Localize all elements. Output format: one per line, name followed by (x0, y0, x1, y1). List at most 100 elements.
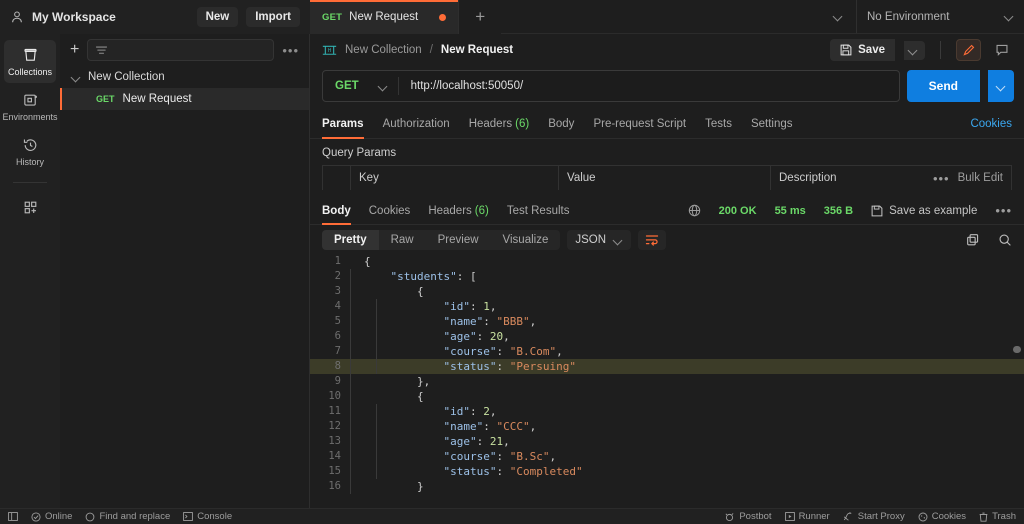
http-icon: H (322, 45, 337, 55)
runner-button[interactable]: Runner (784, 511, 830, 522)
start-proxy-button[interactable]: Start Proxy (843, 511, 905, 522)
method-label: GET (335, 80, 359, 92)
search-icon[interactable] (998, 233, 1012, 247)
edit-mode-button[interactable] (956, 39, 981, 61)
new-grid-icon (24, 201, 36, 214)
copy-icon[interactable] (966, 233, 980, 247)
save-button[interactable]: Save (830, 39, 895, 61)
params-more-button[interactable]: ••• (933, 171, 950, 186)
comment-button[interactable] (989, 39, 1014, 61)
indent-guide (350, 269, 351, 284)
breadcrumb-collection[interactable]: New Collection (345, 44, 422, 56)
json-token: "course" (443, 450, 497, 463)
sidebar-toggle-button[interactable] (8, 512, 18, 521)
sidebar-item-collections[interactable]: Collections (4, 40, 56, 83)
svg-text:H: H (328, 48, 331, 54)
send-button[interactable]: Send (906, 70, 980, 102)
indent-guide (350, 284, 351, 299)
code-line: 9 }, (310, 374, 1024, 389)
response-tab-cookies[interactable]: Cookies (369, 197, 411, 225)
add-collection-button[interactable]: + (70, 42, 79, 58)
collections-icon (23, 48, 37, 61)
tab-label: Body (548, 118, 575, 130)
indent-guide (376, 299, 377, 314)
chevron-down-icon (379, 82, 388, 91)
url-input[interactable]: http://localhost:50050/ (399, 80, 899, 92)
online-status[interactable]: Online (31, 511, 72, 522)
tab-authorization[interactable]: Authorization (383, 110, 450, 139)
chevron-down-icon[interactable] (72, 73, 81, 82)
save-as-example-button[interactable]: Save as example (871, 205, 977, 217)
column-header-description: Description ••• Bulk Edit (771, 166, 1011, 190)
select-all-checkbox-cell[interactable] (323, 166, 351, 190)
json-token: "status" (443, 465, 497, 478)
indent-guide (350, 419, 351, 434)
postbot-button[interactable]: Postbot (724, 511, 772, 522)
json-token: , (503, 330, 510, 343)
format-pretty[interactable]: Pretty (322, 230, 379, 250)
floppy-icon (840, 44, 852, 56)
response-more-button[interactable]: ••• (995, 203, 1012, 218)
collection-row[interactable]: New Collection (60, 66, 309, 88)
line-number: 1 (334, 255, 341, 267)
tab-params[interactable]: Params (322, 110, 364, 139)
rail-divider (13, 182, 47, 183)
code-text: { (350, 284, 1024, 299)
chevron-down-icon (1005, 12, 1014, 21)
send-options-button[interactable] (988, 70, 1014, 102)
tab-count: (6) (515, 118, 530, 130)
sidebar-more-button[interactable]: ••• (282, 43, 299, 58)
response-tab-test-results[interactable]: Test Results (507, 197, 570, 225)
cookies-button[interactable]: Cookies (918, 511, 966, 522)
code-line: 16 } (310, 479, 1024, 494)
response-tab-headers[interactable]: Headers (6) (428, 197, 489, 225)
bulk-edit-button[interactable]: Bulk Edit (958, 172, 1003, 184)
find-and-replace-button[interactable]: Find and replace (85, 511, 170, 522)
cookies-link[interactable]: Cookies (970, 118, 1012, 130)
globe-icon[interactable] (688, 204, 701, 217)
response-body-viewer[interactable]: 1{2 "students": [3 {4 "id": 1, 5 "name": … (310, 254, 1024, 508)
json-token: : (476, 435, 490, 448)
format-preview[interactable]: Preview (426, 230, 491, 250)
environments-icon (23, 94, 37, 106)
sidebar-request-row[interactable]: GET New Request (60, 88, 309, 110)
status-code: 200 OK (718, 204, 757, 217)
tab-pre-request-script[interactable]: Pre-request Script (593, 110, 686, 139)
workspace-name: My Workspace (32, 10, 116, 24)
sidebar-item-environments[interactable]: Environments (2, 85, 58, 128)
format-raw[interactable]: Raw (379, 230, 426, 250)
save-button-label: Save (858, 44, 885, 56)
line-number: 6 (334, 330, 341, 342)
new-button[interactable]: New (196, 7, 239, 27)
tab-count: (6) (474, 204, 489, 217)
breadcrumb-separator: / (429, 44, 433, 56)
tab-list-button[interactable] (820, 0, 856, 34)
import-button[interactable]: Import (246, 7, 300, 27)
wrap-lines-button[interactable] (638, 230, 667, 250)
response-tab-body[interactable]: Body (322, 197, 351, 225)
console-button[interactable]: Console (183, 511, 232, 522)
request-tab[interactable]: GET New Request (310, 0, 460, 34)
code-line: 4 "id": 1, (310, 299, 1024, 314)
tab-settings[interactable]: Settings (751, 110, 793, 139)
environment-selector[interactable]: No Environment (856, 0, 1024, 34)
code-line: 8 "status": "Persuing" (310, 359, 1024, 374)
tab-headers[interactable]: Headers (6) (469, 110, 530, 139)
tab-body[interactable]: Body (548, 110, 574, 139)
line-number: 7 (334, 345, 341, 357)
trash-button[interactable]: Trash (979, 511, 1016, 522)
new-panel-button[interactable] (4, 192, 56, 222)
new-tab-button[interactable]: + (459, 0, 501, 34)
filter-input[interactable] (87, 39, 275, 61)
save-options-button[interactable] (904, 40, 925, 60)
tab-strip-spacer (501, 0, 820, 34)
format-visualize[interactable]: Visualize (491, 230, 561, 250)
tab-tests[interactable]: Tests (705, 110, 732, 139)
json-token: "age" (443, 435, 477, 448)
response-scrollbar-thumb[interactable] (1013, 346, 1021, 353)
language-selector[interactable]: JSON (567, 230, 632, 250)
sidebar-item-history[interactable]: History (4, 130, 56, 173)
response-size: 356 B (823, 204, 854, 217)
tab-label: Authorization (382, 118, 450, 130)
method-selector[interactable]: GET (323, 80, 398, 92)
